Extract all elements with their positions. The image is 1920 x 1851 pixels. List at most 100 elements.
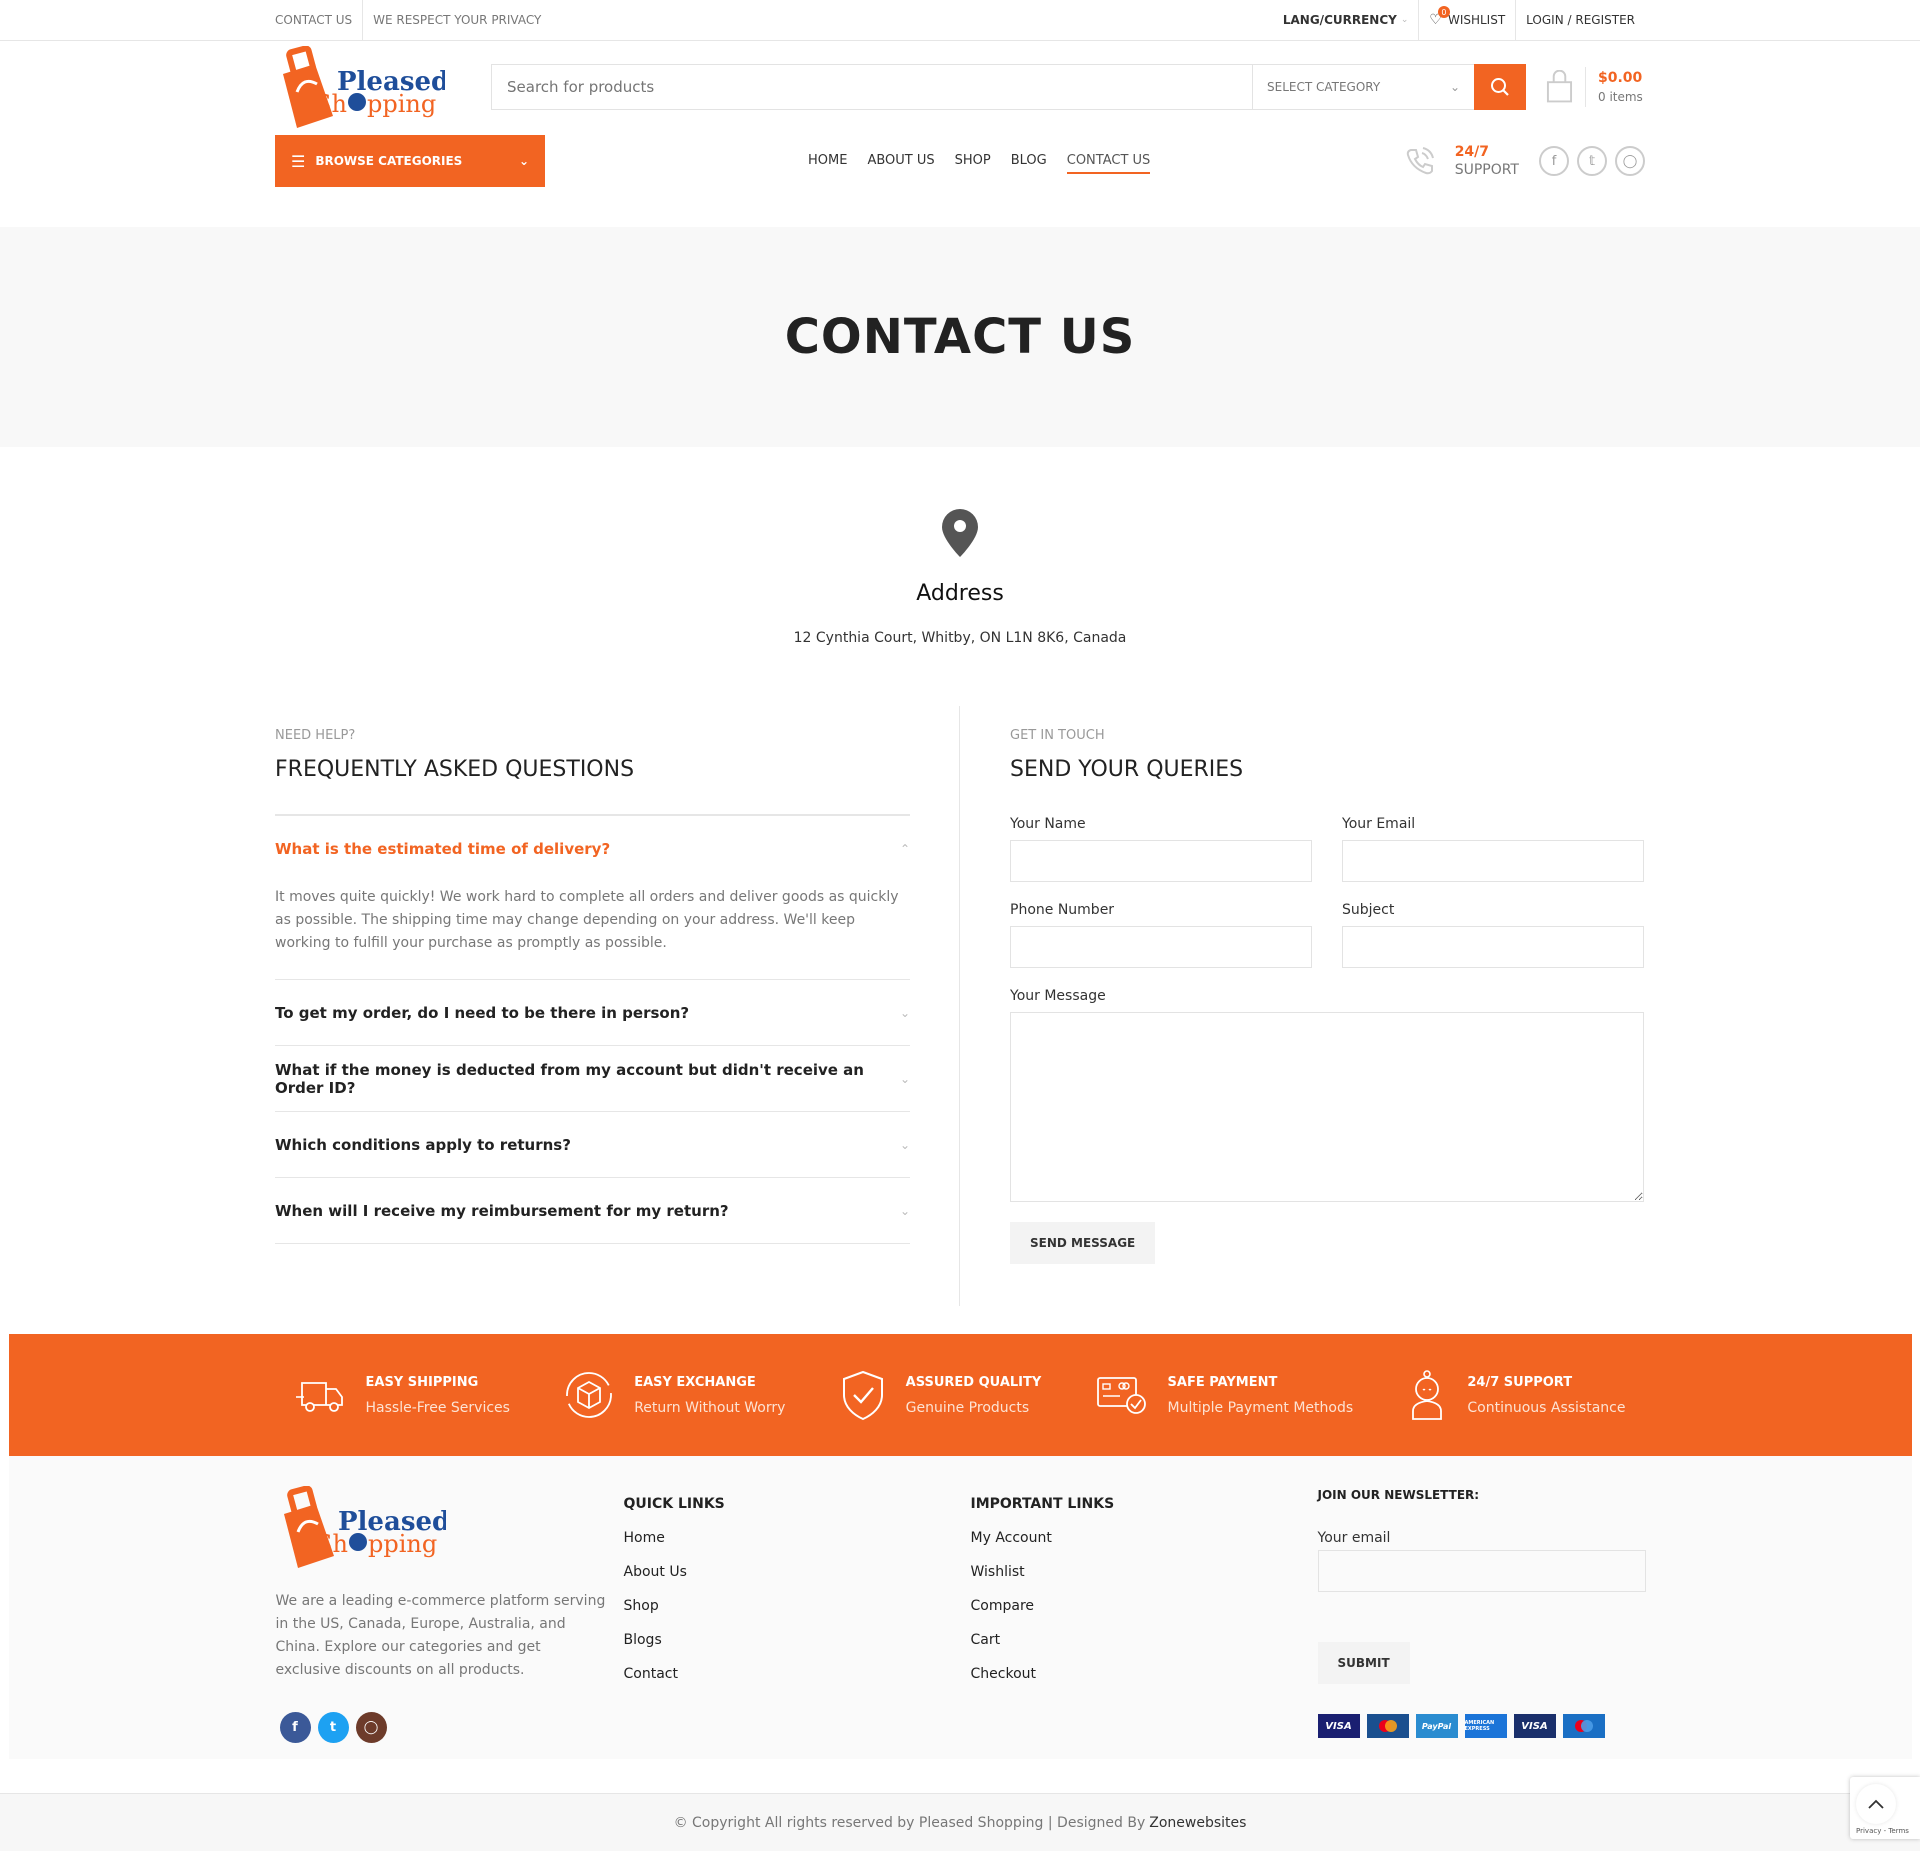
footer-about: We are a leading e-commerce platform ser…	[275, 1593, 606, 1678]
message-field[interactable]	[1010, 1012, 1644, 1202]
column-divider	[959, 706, 960, 1306]
chevron-up-icon	[1868, 1799, 1884, 1809]
chevron-down-icon: ⌄	[899, 1071, 910, 1086]
category-select-label: SELECT CATEGORY	[1267, 80, 1381, 94]
topbar-privacy-link[interactable]: WE RESPECT YOUR PRIVACY	[362, 0, 541, 40]
footer-logo[interactable]: Pleased Sh pping	[276, 1485, 450, 1568]
search-bar: SELECT CATEGORY ⌄	[491, 64, 1526, 110]
address-text: 12 Cynthia Court, Whitby, ON L1N 8K6, Ca…	[793, 630, 1127, 646]
form-title: SEND YOUR QUERIES	[1010, 757, 1244, 782]
footer-link-checkout[interactable]: Checkout	[971, 1666, 1318, 1682]
header: Pleased Sh pping SELECT CATEGORY ⌄ $0.00…	[0, 41, 1920, 133]
faq-item[interactable]: What if the money is deducted from my ac…	[275, 1046, 910, 1112]
faq-item[interactable]: Which conditions apply to returns? ⌄	[275, 1112, 910, 1178]
support-info: 24/7 SUPPORT f 𝕥 ◯	[1403, 144, 1645, 178]
phone-icon	[1406, 147, 1434, 175]
subject-label: Subject	[1342, 902, 1395, 918]
scroll-to-top-button[interactable]	[1856, 1784, 1896, 1824]
topbar-contact-link[interactable]: CONTACT US	[275, 13, 362, 27]
footer-link-account[interactable]: My Account	[971, 1530, 1318, 1546]
nav-blog[interactable]: BLOG	[1011, 149, 1047, 174]
quick-links: QUICK LINKS Home About Us Shop Blogs Con…	[624, 1486, 971, 1743]
visa-icon: VISA	[1317, 1714, 1360, 1738]
footer-link-home[interactable]: Home	[624, 1530, 971, 1546]
faq-question: To get my order, do I need to be there i…	[275, 1003, 690, 1022]
footer-link-cart[interactable]: Cart	[971, 1632, 1318, 1648]
faq-question: When will I receive my reimbursement for…	[275, 1201, 729, 1220]
footer-link-shop[interactable]: Shop	[624, 1598, 971, 1614]
chevron-down-icon: ⌄	[518, 154, 529, 168]
faq-item[interactable]: When will I receive my reimbursement for…	[275, 1178, 910, 1244]
card-check-icon	[1096, 1377, 1146, 1414]
twitter-icon[interactable]: t	[317, 1712, 349, 1743]
navigation-row: ☰ BROWSE CATEGORIES ⌄ HOME ABOUT US SHOP…	[0, 133, 1920, 189]
feature-title: SAFE PAYMENT	[1167, 1374, 1278, 1390]
nav-about-us[interactable]: ABOUT US	[867, 149, 934, 174]
feature-subtitle: Genuine Products	[905, 1399, 1030, 1416]
footer: Pleased Sh pping We are a leading e-comm…	[9, 1456, 1912, 1759]
nav-contact-us[interactable]: CONTACT US	[1066, 149, 1151, 174]
search-button[interactable]	[1474, 64, 1526, 110]
phone-field[interactable]	[1010, 926, 1312, 968]
newsletter-email-label: Your email	[1317, 1530, 1391, 1546]
shopping-bag-logo-icon: Pleased Sh pping	[283, 45, 449, 128]
search-input[interactable]	[492, 65, 1252, 109]
facebook-icon[interactable]: f	[1539, 146, 1569, 176]
site-logo[interactable]: Pleased Sh pping	[275, 45, 449, 128]
footer-link-blogs[interactable]: Blogs	[624, 1632, 971, 1648]
email-field[interactable]	[1342, 840, 1644, 882]
login-register-link[interactable]: LOGIN / REGISTER	[1515, 0, 1645, 40]
faq-question: What if the money is deducted from my ac…	[275, 1060, 864, 1097]
newsletter-submit-button[interactable]: SUBMIT	[1317, 1642, 1410, 1684]
name-field[interactable]	[1010, 840, 1312, 882]
chevron-down-icon: ⌄	[899, 1005, 910, 1020]
nav-home[interactable]: HOME	[808, 149, 847, 174]
footer-link-compare[interactable]: Compare	[971, 1598, 1318, 1614]
cart-widget[interactable]: $0.00 0 items	[1546, 67, 1643, 107]
feature-title: EASY SHIPPING	[365, 1374, 479, 1390]
feature-subtitle: Multiple Payment Methods	[1167, 1399, 1354, 1416]
faq-subtitle: NEED HELP?	[275, 728, 356, 743]
map-pin-icon	[942, 509, 978, 557]
name-label: Your Name	[1010, 816, 1086, 832]
send-message-button[interactable]: SEND MESSAGE	[1010, 1222, 1156, 1264]
support-agent-icon	[1412, 1370, 1443, 1420]
phone-label: Phone Number	[1010, 902, 1115, 918]
newsletter-email-field[interactable]	[1317, 1550, 1646, 1592]
features-bar: EASY SHIPPING Hassle-Free Services EASY E…	[9, 1334, 1912, 1456]
instagram-icon[interactable]: ◯	[1615, 146, 1645, 176]
shopping-bag-logo-icon: Pleased Sh pping	[283, 1485, 450, 1568]
important-links: IMPORTANT LINKS My Account Wishlist Comp…	[971, 1486, 1318, 1743]
category-select[interactable]: SELECT CATEGORY ⌄	[1252, 65, 1474, 109]
mastercard-icon	[1366, 1714, 1409, 1738]
newsletter: JOIN OUR NEWSLETTER: Your email SUBMIT V…	[1317, 1486, 1646, 1743]
maestro-icon	[1562, 1714, 1605, 1738]
subject-field[interactable]	[1342, 926, 1644, 968]
faq-question-toggle[interactable]: What is the estimated time of delivery? …	[275, 816, 910, 882]
feature-item: EASY SHIPPING Hassle-Free Services	[295, 1369, 510, 1421]
email-label: Your Email	[1342, 816, 1416, 832]
visa-electron-icon: VISA	[1513, 1714, 1556, 1738]
nav-shop[interactable]: SHOP	[955, 149, 991, 174]
browse-categories-label: BROWSE CATEGORIES	[315, 154, 463, 168]
faq-item[interactable]: To get my order, do I need to be there i…	[275, 980, 910, 1046]
address-block: Address 12 Cynthia Court, Whitby, ON L1N…	[0, 447, 1920, 646]
contact-form: GET IN TOUCH SEND YOUR QUERIES Your Name…	[1010, 706, 1645, 1264]
copyright-text: © Copyright All rights reserved by Pleas…	[673, 1814, 1146, 1831]
faq-answer: It moves quite quickly! We work hard to …	[275, 889, 899, 951]
hamburger-icon: ☰	[291, 151, 306, 171]
facebook-icon[interactable]: f	[279, 1712, 311, 1743]
designer-link[interactable]: Zonewebsites	[1149, 1815, 1246, 1831]
logo-line2b: pping	[367, 90, 436, 118]
faq-question: What is the estimated time of delivery?	[275, 840, 611, 858]
footer-link-about[interactable]: About Us	[624, 1564, 971, 1580]
instagram-icon[interactable]: ◯	[355, 1712, 387, 1743]
twitter-icon[interactable]: 𝕥	[1577, 146, 1607, 176]
feature-title: EASY EXCHANGE	[634, 1374, 756, 1390]
browse-categories-button[interactable]: ☰ BROWSE CATEGORIES ⌄	[275, 135, 545, 187]
footer-link-contact[interactable]: Contact	[624, 1666, 971, 1682]
important-links-title: IMPORTANT LINKS	[970, 1496, 1115, 1512]
footer-link-wishlist[interactable]: Wishlist	[971, 1564, 1318, 1580]
wishlist-link[interactable]: ♡ 0 WISHLIST	[1418, 0, 1515, 40]
lang-currency-dropdown[interactable]: LANG/CURRENCY ⌄	[1273, 0, 1419, 40]
